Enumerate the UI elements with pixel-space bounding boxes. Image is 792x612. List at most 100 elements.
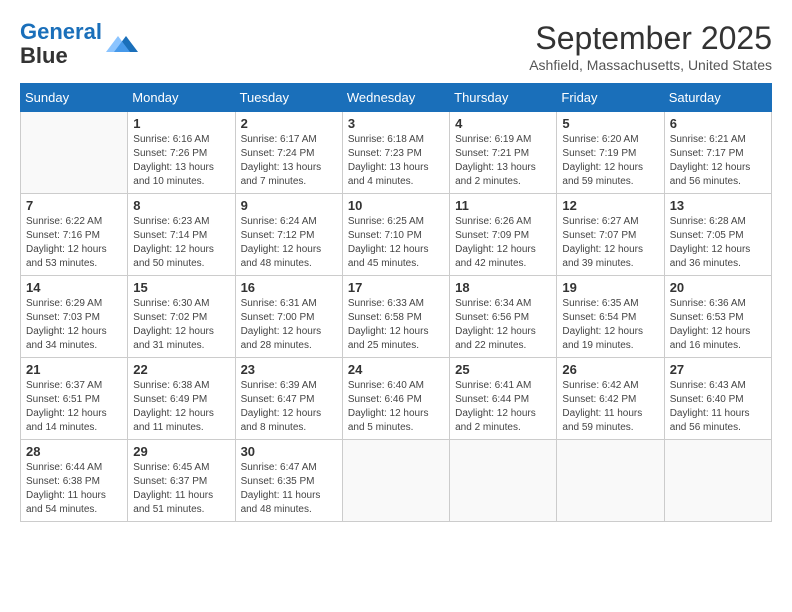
day-number: 14 <box>26 280 122 295</box>
day-number: 28 <box>26 444 122 459</box>
week-row-4: 21 Sunrise: 6:37 AM Sunset: 6:51 PM Dayli… <box>21 358 772 440</box>
day-number: 18 <box>455 280 551 295</box>
logo-text: General Blue <box>20 20 102 68</box>
day-cell: 30 Sunrise: 6:47 AM Sunset: 6:35 PM Dayli… <box>235 440 342 522</box>
day-info: Sunrise: 6:24 AM Sunset: 7:12 PM Dayligh… <box>241 215 337 271</box>
day-number: 24 <box>348 362 444 377</box>
day-cell: 23 Sunrise: 6:39 AM Sunset: 6:47 PM Dayli… <box>235 358 342 440</box>
day-cell: 25 Sunrise: 6:41 AM Sunset: 6:44 PM Dayli… <box>450 358 557 440</box>
day-info: Sunrise: 6:43 AM Sunset: 6:40 PM Dayligh… <box>670 379 766 435</box>
day-number: 22 <box>133 362 229 377</box>
calendar-header-row: SundayMondayTuesdayWednesdayThursdayFrid… <box>21 84 772 112</box>
day-number: 4 <box>455 116 551 131</box>
day-cell: 5 Sunrise: 6:20 AM Sunset: 7:19 PM Daylig… <box>557 112 664 194</box>
location: Ashfield, Massachusetts, United States <box>529 57 772 73</box>
day-info: Sunrise: 6:42 AM Sunset: 6:42 PM Dayligh… <box>562 379 658 435</box>
day-cell: 24 Sunrise: 6:40 AM Sunset: 6:46 PM Dayli… <box>342 358 449 440</box>
day-cell: 12 Sunrise: 6:27 AM Sunset: 7:07 PM Dayli… <box>557 194 664 276</box>
day-number: 23 <box>241 362 337 377</box>
day-number: 16 <box>241 280 337 295</box>
day-cell: 22 Sunrise: 6:38 AM Sunset: 6:49 PM Dayli… <box>128 358 235 440</box>
day-cell: 9 Sunrise: 6:24 AM Sunset: 7:12 PM Daylig… <box>235 194 342 276</box>
day-number: 29 <box>133 444 229 459</box>
day-info: Sunrise: 6:28 AM Sunset: 7:05 PM Dayligh… <box>670 215 766 271</box>
day-cell: 18 Sunrise: 6:34 AM Sunset: 6:56 PM Dayli… <box>450 276 557 358</box>
day-info: Sunrise: 6:40 AM Sunset: 6:46 PM Dayligh… <box>348 379 444 435</box>
day-info: Sunrise: 6:27 AM Sunset: 7:07 PM Dayligh… <box>562 215 658 271</box>
day-cell: 17Sunrise: 6:33 AM Sunset: 6:58 PM Dayli… <box>342 276 449 358</box>
day-number: 5 <box>562 116 658 131</box>
day-number: 3 <box>348 116 444 131</box>
day-cell: 19 Sunrise: 6:35 AM Sunset: 6:54 PM Dayli… <box>557 276 664 358</box>
day-number: 9 <box>241 198 337 213</box>
day-number: 25 <box>455 362 551 377</box>
title-block: September 2025 Ashfield, Massachusetts, … <box>529 20 772 73</box>
day-cell: 2Sunrise: 6:17 AM Sunset: 7:24 PM Daylig… <box>235 112 342 194</box>
day-cell <box>664 440 771 522</box>
day-info: Sunrise: 6:29 AM Sunset: 7:03 PM Dayligh… <box>26 297 122 353</box>
day-number: 13 <box>670 198 766 213</box>
day-cell: 3 Sunrise: 6:18 AM Sunset: 7:23 PM Daylig… <box>342 112 449 194</box>
day-cell: 6Sunrise: 6:21 AM Sunset: 7:17 PM Daylig… <box>664 112 771 194</box>
day-number: 15 <box>133 280 229 295</box>
week-row-2: 7 Sunrise: 6:22 AM Sunset: 7:16 PM Daylig… <box>21 194 772 276</box>
day-cell: 15 Sunrise: 6:30 AM Sunset: 7:02 PM Dayli… <box>128 276 235 358</box>
day-cell: 20 Sunrise: 6:36 AM Sunset: 6:53 PM Dayli… <box>664 276 771 358</box>
day-cell: 7 Sunrise: 6:22 AM Sunset: 7:16 PM Daylig… <box>21 194 128 276</box>
day-cell: 14 Sunrise: 6:29 AM Sunset: 7:03 PM Dayli… <box>21 276 128 358</box>
day-info: Sunrise: 6:34 AM Sunset: 6:56 PM Dayligh… <box>455 297 551 353</box>
day-cell <box>450 440 557 522</box>
day-cell: 4 Sunrise: 6:19 AM Sunset: 7:21 PM Daylig… <box>450 112 557 194</box>
day-cell: 10 Sunrise: 6:25 AM Sunset: 7:10 PM Dayli… <box>342 194 449 276</box>
day-number: 12 <box>562 198 658 213</box>
header-friday: Friday <box>557 84 664 112</box>
day-cell: 1Sunrise: 6:16 AM Sunset: 7:26 PM Daylig… <box>128 112 235 194</box>
day-number: 10 <box>348 198 444 213</box>
day-cell: 21 Sunrise: 6:37 AM Sunset: 6:51 PM Dayli… <box>21 358 128 440</box>
day-info: Sunrise: 6:37 AM Sunset: 6:51 PM Dayligh… <box>26 379 122 435</box>
day-info: Sunrise: 6:25 AM Sunset: 7:10 PM Dayligh… <box>348 215 444 271</box>
logo: General Blue <box>20 20 138 68</box>
logo-icon <box>106 28 138 60</box>
day-cell: 29 Sunrise: 6:45 AM Sunset: 6:37 PM Dayli… <box>128 440 235 522</box>
day-number: 1 <box>133 116 229 131</box>
day-info: Sunrise: 6:41 AM Sunset: 6:44 PM Dayligh… <box>455 379 551 435</box>
day-info: Sunrise: 6:45 AM Sunset: 6:37 PM Dayligh… <box>133 461 229 517</box>
day-info: Sunrise: 6:38 AM Sunset: 6:49 PM Dayligh… <box>133 379 229 435</box>
day-info: Sunrise: 6:35 AM Sunset: 6:54 PM Dayligh… <box>562 297 658 353</box>
day-info: Sunrise: 6:20 AM Sunset: 7:19 PM Dayligh… <box>562 133 658 189</box>
day-info: Sunrise: 6:18 AM Sunset: 7:23 PM Dayligh… <box>348 133 444 189</box>
day-info: Sunrise: 6:47 AM Sunset: 6:35 PM Dayligh… <box>241 461 337 517</box>
page-header: General Blue September 2025 Ashfield, Ma… <box>20 20 772 73</box>
day-info: Sunrise: 6:36 AM Sunset: 6:53 PM Dayligh… <box>670 297 766 353</box>
day-info: Sunrise: 6:17 AM Sunset: 7:24 PM Dayligh… <box>241 133 337 189</box>
day-number: 6 <box>670 116 766 131</box>
day-cell: 13 Sunrise: 6:28 AM Sunset: 7:05 PM Dayli… <box>664 194 771 276</box>
day-number: 21 <box>26 362 122 377</box>
day-number: 30 <box>241 444 337 459</box>
calendar-table: SundayMondayTuesdayWednesdayThursdayFrid… <box>20 83 772 522</box>
day-info: Sunrise: 6:30 AM Sunset: 7:02 PM Dayligh… <box>133 297 229 353</box>
day-cell: 28 Sunrise: 6:44 AM Sunset: 6:38 PM Dayli… <box>21 440 128 522</box>
day-number: 11 <box>455 198 551 213</box>
day-info: Sunrise: 6:23 AM Sunset: 7:14 PM Dayligh… <box>133 215 229 271</box>
day-number: 7 <box>26 198 122 213</box>
day-cell <box>342 440 449 522</box>
day-info: Sunrise: 6:31 AM Sunset: 7:00 PM Dayligh… <box>241 297 337 353</box>
day-info: Sunrise: 6:19 AM Sunset: 7:21 PM Dayligh… <box>455 133 551 189</box>
day-number: 26 <box>562 362 658 377</box>
day-number: 20 <box>670 280 766 295</box>
day-info: Sunrise: 6:22 AM Sunset: 7:16 PM Dayligh… <box>26 215 122 271</box>
header-monday: Monday <box>128 84 235 112</box>
day-number: 8 <box>133 198 229 213</box>
day-info: Sunrise: 6:39 AM Sunset: 6:47 PM Dayligh… <box>241 379 337 435</box>
week-row-1: 1Sunrise: 6:16 AM Sunset: 7:26 PM Daylig… <box>21 112 772 194</box>
day-cell: 26 Sunrise: 6:42 AM Sunset: 6:42 PM Dayli… <box>557 358 664 440</box>
day-number: 17 <box>348 280 444 295</box>
day-info: Sunrise: 6:26 AM Sunset: 7:09 PM Dayligh… <box>455 215 551 271</box>
day-cell <box>557 440 664 522</box>
day-cell: 16 Sunrise: 6:31 AM Sunset: 7:00 PM Dayli… <box>235 276 342 358</box>
day-info: Sunrise: 6:44 AM Sunset: 6:38 PM Dayligh… <box>26 461 122 517</box>
day-number: 19 <box>562 280 658 295</box>
header-sunday: Sunday <box>21 84 128 112</box>
